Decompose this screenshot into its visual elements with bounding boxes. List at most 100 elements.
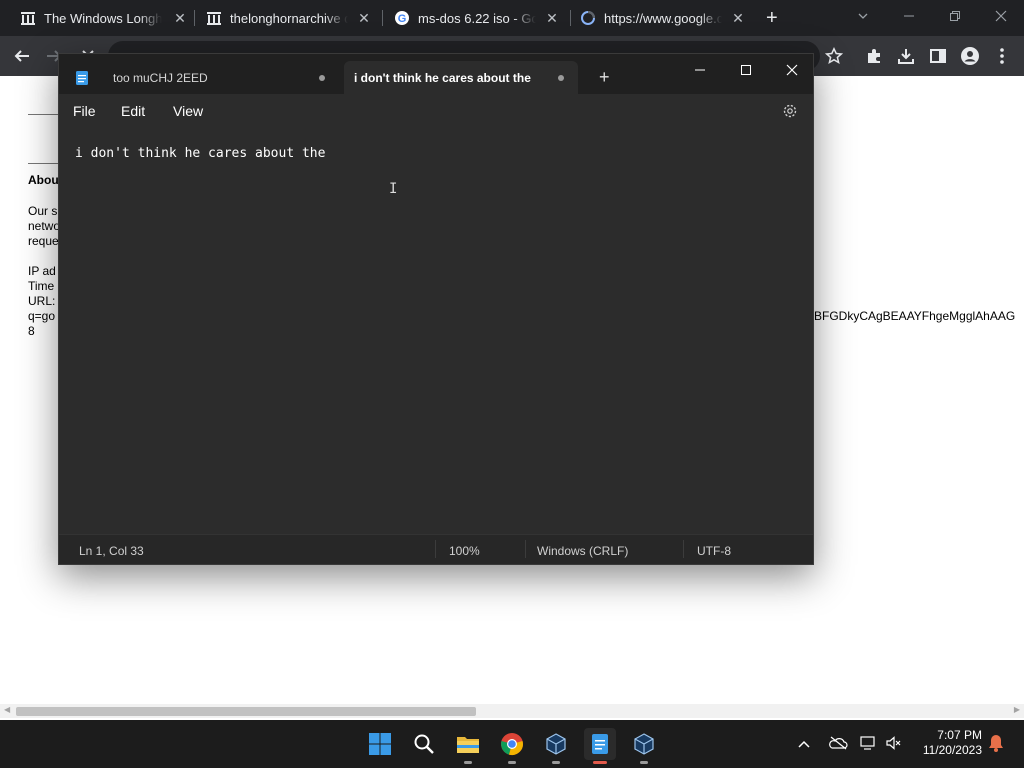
chrome-tab-title: thelonghornarchive d bbox=[230, 10, 348, 26]
bookmark-star-icon[interactable] bbox=[822, 44, 846, 68]
chrome-icon bbox=[501, 733, 523, 755]
status-encoding: UTF-8 bbox=[697, 544, 731, 558]
chrome-tab-title: The Windows Longhor bbox=[44, 10, 162, 26]
chevron-up-icon[interactable] bbox=[798, 736, 810, 752]
status-separator bbox=[683, 540, 684, 558]
page-heading: Abou bbox=[28, 173, 59, 187]
virtualbox-vm-taskbar-button[interactable] bbox=[628, 728, 660, 764]
text-editor-area[interactable] bbox=[59, 130, 813, 534]
running-indicator bbox=[552, 761, 560, 764]
menu-file[interactable]: File bbox=[73, 103, 96, 119]
svg-text:G: G bbox=[398, 13, 407, 25]
running-indicator bbox=[593, 761, 607, 764]
restore-icon[interactable] bbox=[932, 0, 978, 32]
close-icon[interactable] bbox=[978, 0, 1024, 32]
virtualbox-cube-icon bbox=[546, 733, 566, 755]
divider bbox=[28, 163, 62, 164]
scroll-left-icon[interactable]: ◀ bbox=[4, 705, 10, 714]
chrome-tab-3[interactable]: G ms-dos 6.22 iso - Goo ✕ bbox=[394, 0, 560, 36]
close-tab-icon[interactable]: ✕ bbox=[730, 10, 746, 27]
side-panel-icon[interactable] bbox=[926, 44, 950, 68]
close-icon[interactable] bbox=[769, 58, 815, 82]
running-indicator bbox=[508, 761, 516, 764]
taskbar-clock[interactable]: 7:07 PM 11/20/2023 bbox=[914, 728, 982, 758]
tab-separator bbox=[194, 10, 195, 26]
archive-icon bbox=[20, 10, 36, 26]
menu-edit[interactable]: Edit bbox=[121, 103, 145, 119]
windows-logo-icon bbox=[369, 733, 391, 755]
notification-bell-icon[interactable] bbox=[988, 734, 1004, 755]
page-paragraph-line: netwo bbox=[28, 219, 61, 233]
running-indicator bbox=[640, 761, 648, 764]
chrome-tab-title: ms-dos 6.22 iso - Goo bbox=[418, 10, 536, 26]
page-url-fragment: BFGDkyCAgBEAAYFhgeMgglAhAAG bbox=[814, 309, 1016, 323]
volume-muted-icon[interactable] bbox=[886, 736, 902, 753]
network-icon[interactable] bbox=[860, 736, 878, 753]
unsaved-dot-icon[interactable] bbox=[558, 75, 564, 81]
status-zoom: 100% bbox=[449, 544, 480, 558]
page-info-line: 8 bbox=[28, 324, 35, 338]
page-info-line: URL: bbox=[28, 294, 56, 308]
text-cursor-icon: I bbox=[389, 181, 398, 197]
google-g-icon: G bbox=[394, 10, 410, 26]
clock-time: 7:07 PM bbox=[937, 728, 982, 742]
horizontal-scrollbar[interactable]: ◀ ▶ bbox=[0, 704, 1024, 718]
chrome-tab-1[interactable]: The Windows Longhor ✕ bbox=[20, 0, 188, 36]
loading-globe-icon bbox=[580, 10, 596, 26]
notepad-taskbar-button[interactable] bbox=[584, 728, 616, 764]
editor-text[interactable]: i don't think he cares about the bbox=[75, 146, 325, 161]
plus-icon: + bbox=[766, 6, 778, 29]
search-button[interactable] bbox=[408, 728, 440, 760]
notepad-window: too muCHJ 2EED i don't think he cares ab… bbox=[58, 53, 814, 565]
status-line-ending: Windows (CRLF) bbox=[537, 544, 629, 558]
new-tab-plus-icon[interactable]: + bbox=[599, 68, 610, 86]
notepad-tab-2[interactable]: i don't think he cares about the bbox=[344, 61, 578, 94]
close-tab-icon[interactable]: ✕ bbox=[172, 10, 188, 27]
notepad-tab-title: too muCHJ 2EED bbox=[113, 70, 208, 85]
page-info-line: Time bbox=[28, 279, 55, 293]
page-paragraph-line: reque bbox=[28, 234, 59, 248]
minimize-icon[interactable] bbox=[677, 58, 723, 82]
chrome-tab-2[interactable]: thelonghornarchive d ✕ bbox=[206, 0, 372, 36]
unsaved-dot-icon[interactable] bbox=[319, 75, 325, 81]
scroll-right-icon[interactable]: ▶ bbox=[1014, 705, 1020, 714]
minimize-icon[interactable] bbox=[886, 0, 932, 32]
settings-gear-icon[interactable] bbox=[781, 102, 799, 120]
menu-view[interactable]: View bbox=[173, 103, 203, 119]
search-icon bbox=[414, 734, 434, 754]
start-button[interactable] bbox=[364, 728, 396, 760]
onedrive-offline-icon[interactable] bbox=[828, 736, 848, 753]
archive-icon bbox=[206, 10, 222, 26]
notepad-tab-1[interactable]: too muCHJ 2EED bbox=[103, 61, 339, 94]
status-cursor-position: Ln 1, Col 33 bbox=[79, 544, 144, 558]
chrome-tab-title: https://www.google.c bbox=[604, 10, 722, 26]
download-icon[interactable] bbox=[894, 44, 918, 68]
running-indicator bbox=[464, 761, 472, 764]
divider bbox=[28, 114, 62, 115]
virtualbox-cube-icon bbox=[634, 733, 654, 755]
profile-avatar-icon[interactable] bbox=[958, 44, 982, 68]
close-tab-icon[interactable]: ✕ bbox=[356, 10, 372, 27]
virtualbox-taskbar-button[interactable] bbox=[540, 728, 572, 764]
page-info-line: q=go bbox=[28, 309, 56, 323]
notepad-icon bbox=[592, 734, 608, 754]
tab-separator bbox=[382, 10, 383, 26]
notepad-tab-title: i don't think he cares about the bbox=[354, 70, 531, 85]
new-tab-button[interactable]: + bbox=[766, 0, 788, 36]
folder-icon bbox=[457, 737, 479, 753]
back-arrow-icon[interactable] bbox=[10, 44, 34, 68]
tab-search-icon[interactable] bbox=[840, 0, 886, 32]
chrome-menu-icon[interactable] bbox=[990, 44, 1014, 68]
page-paragraph-line: Our s bbox=[28, 204, 58, 218]
tab-separator bbox=[570, 10, 571, 26]
extensions-puzzle-icon[interactable] bbox=[862, 44, 886, 68]
maximize-icon[interactable] bbox=[723, 58, 769, 82]
scrollbar-thumb[interactable] bbox=[16, 707, 476, 716]
file-explorer-button[interactable] bbox=[452, 728, 484, 764]
notepad-app-icon bbox=[76, 71, 88, 85]
status-separator bbox=[525, 540, 526, 558]
chrome-taskbar-button[interactable] bbox=[496, 728, 528, 764]
page-info-line: IP ad bbox=[28, 264, 56, 278]
close-tab-icon[interactable]: ✕ bbox=[544, 10, 560, 27]
chrome-tab-4[interactable]: https://www.google.c ✕ bbox=[580, 0, 746, 36]
